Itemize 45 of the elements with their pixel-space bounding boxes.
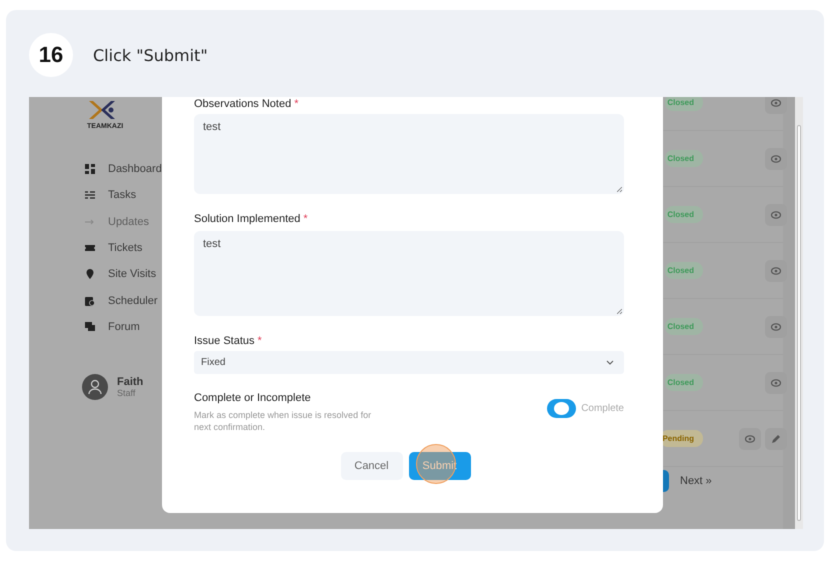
completion-title: Complete or Incomplete — [194, 391, 312, 405]
complete-toggle[interactable] — [547, 398, 576, 418]
user-name: Faith — [117, 376, 144, 388]
avatar-icon — [82, 374, 108, 400]
ticket-icon — [85, 243, 95, 254]
text-area[interactable]: test — [194, 114, 624, 194]
completion-description: Mark as complete when issue is resolved for next confirmation. — [194, 409, 372, 433]
cancel-button[interactable]: Cancel — [340, 452, 402, 480]
logo-icon — [87, 99, 117, 121]
chevron-down-icon — [606, 360, 614, 365]
status-badge: Pending — [660, 430, 703, 447]
pencil-icon — [771, 434, 781, 444]
field-label: Solution Implemented * — [194, 212, 309, 226]
arrow-icon — [85, 216, 95, 227]
list-icon — [85, 190, 95, 200]
step-number: 16 — [29, 33, 73, 77]
toggle-label: Complete — [581, 402, 624, 414]
scrollbar[interactable] — [795, 97, 803, 529]
status-badge: Closed — [665, 206, 703, 223]
eye-icon — [745, 434, 755, 442]
field-label: Issue Status * — [194, 334, 263, 348]
next-link[interactable]: Next » — [680, 475, 712, 487]
field-label: Observations Noted * — [194, 97, 300, 111]
step-instruction: Click "Submit" — [93, 46, 208, 64]
status-badge: Closed — [665, 318, 703, 335]
eye-icon — [771, 322, 781, 330]
eye-icon — [771, 98, 781, 106]
calendar-icon — [85, 296, 95, 306]
eye-icon — [771, 378, 781, 386]
user-role: Staff — [117, 388, 136, 398]
resize-grip-icon[interactable] — [617, 187, 622, 192]
eye-icon — [771, 154, 781, 162]
status-badge: Closed — [665, 374, 703, 391]
status-badge: Closed — [665, 97, 703, 111]
view-button[interactable] — [739, 428, 761, 450]
resize-grip-icon[interactable] — [617, 309, 622, 314]
eye-icon — [771, 266, 781, 274]
status-badge: Closed — [665, 150, 703, 167]
eye-icon — [771, 210, 781, 218]
status-badge: Closed — [665, 262, 703, 279]
status-dropdown[interactable]: Fixed — [194, 351, 624, 374]
pin-icon — [85, 269, 95, 280]
chat-icon — [85, 322, 95, 332]
grid-icon — [85, 164, 95, 174]
text-area[interactable]: test — [194, 231, 624, 316]
